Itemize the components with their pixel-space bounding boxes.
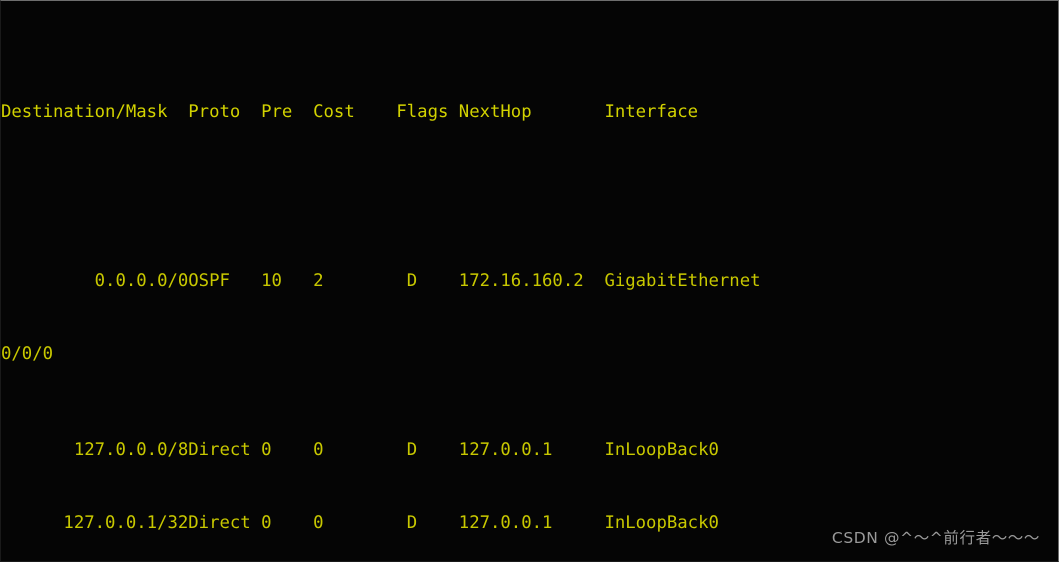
route-row-0: 0.0.0.0/0OSPF 10 2 D 172.16.160.2 Gigabi… (1, 271, 761, 291)
terminal-screen[interactable]: Destination/Mask Proto Pre Cost Flags Ne… (1, 1, 1058, 561)
terminal-window[interactable]: Destination/Mask Proto Pre Cost Flags Ne… (0, 0, 1059, 562)
route-row-2: 127.0.0.1/32Direct 0 0 D 127.0.0.1 InLoo… (1, 512, 719, 533)
route-row-0-continuation: 0/0/0 (1, 343, 54, 364)
routing-table-header-row: Destination/Mask Proto Pre Cost Flags Ne… (1, 101, 699, 122)
route-row-1: 127.0.0.0/8Direct 0 0 D 127.0.0.1 InLoop… (1, 440, 719, 461)
